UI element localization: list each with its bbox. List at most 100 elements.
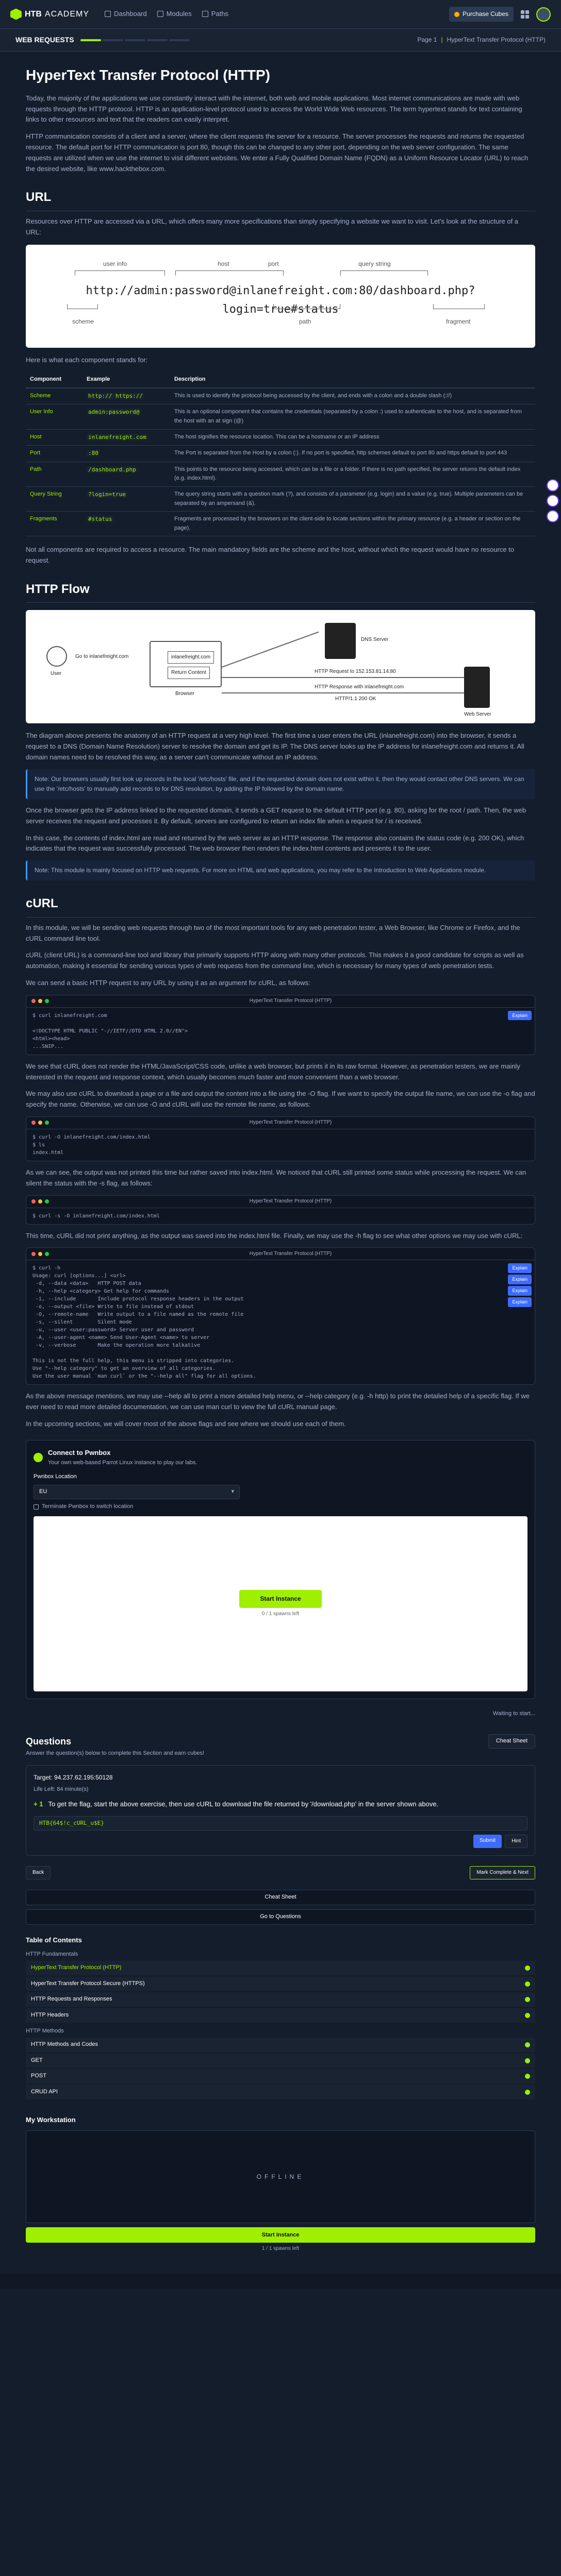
submit-button[interactable]: Submit bbox=[473, 1834, 502, 1848]
table-row: Fragments #status Fragments are processed … bbox=[26, 511, 535, 537]
page-name[interactable]: HyperText Transfer Protocol (HTTP) bbox=[447, 35, 546, 45]
top-navigation-bar: HTB ACADEMY Dashboard Modules Paths Purc… bbox=[0, 0, 561, 29]
explain-button[interactable]: Explain bbox=[508, 1275, 532, 1284]
curl-paragraph-2: cURL (client URL) is a command-line tool… bbox=[26, 951, 524, 970]
code-block-curl-help: HyperText Transfer Protocol (HTTP) Expla… bbox=[26, 1247, 535, 1385]
toc-item-label: HTTP Headers bbox=[31, 2012, 69, 2019]
go-to-questions-button[interactable]: Go to Questions bbox=[26, 1909, 535, 1925]
table-cell: The query string starts with a question … bbox=[170, 486, 535, 512]
dns-server-icon bbox=[325, 623, 356, 659]
nav-modules[interactable]: Modules bbox=[157, 9, 192, 20]
htb-logo-icon bbox=[10, 8, 22, 20]
modules-icon bbox=[157, 11, 163, 18]
answer-input[interactable] bbox=[34, 1816, 527, 1831]
table-header-example: Example bbox=[82, 372, 170, 388]
table-cell: admin:password@ bbox=[82, 404, 170, 430]
dashboard-icon bbox=[105, 11, 111, 18]
chat-icon[interactable] bbox=[547, 479, 559, 492]
terminate-pwnbox-option[interactable]: Terminate Pwnbox to switch location bbox=[34, 1502, 527, 1512]
explain-button[interactable]: Explain bbox=[508, 1297, 532, 1307]
reward-badge: + 1 bbox=[34, 1800, 43, 1808]
back-button[interactable]: Back bbox=[26, 1866, 51, 1879]
toc-item[interactable]: GET bbox=[26, 2053, 535, 2068]
code-block-title: HyperText Transfer Protocol (HTTP) bbox=[249, 1120, 332, 1126]
flow-paragraph-2: Once the browser gets the IP address lin… bbox=[26, 806, 526, 825]
table-intro: Here is what each component stands for: bbox=[26, 356, 148, 364]
code-block-body[interactable]: $ curl -s -O inlanefreight.com/index.htm… bbox=[26, 1208, 535, 1224]
code-block-curl-basic: HyperText Transfer Protocol (HTTP) Expla… bbox=[26, 994, 535, 1055]
page-number: Page 1 bbox=[417, 36, 437, 43]
module-title[interactable]: WEB REQUESTS bbox=[15, 34, 74, 45]
questions-subtitle: Answer the question(s) below to complete… bbox=[26, 1750, 205, 1756]
toc-item[interactable]: HTTP Headers bbox=[26, 2008, 535, 2023]
toc-item-label: HTTP Requests and Responses bbox=[31, 1996, 112, 2003]
note-hosts-file: Note: Our browsers usually first look up… bbox=[26, 769, 535, 800]
code-block-body[interactable]: $ curl inlanefreight.com <!DOCTYPE HTML … bbox=[26, 1008, 535, 1055]
notes-icon[interactable] bbox=[547, 495, 559, 507]
pwnbox-location-select[interactable]: EU ▾ bbox=[34, 1484, 240, 1499]
code-block-body[interactable]: $ curl -h Usage: curl [options...] <url>… bbox=[26, 1260, 535, 1384]
module-content: HyperText Transfer Protocol (HTTP) Today… bbox=[0, 52, 561, 2274]
toc-item[interactable]: HTTP Methods and Codes bbox=[26, 2038, 535, 2052]
explain-button[interactable]: Explain bbox=[508, 1286, 532, 1296]
target-address[interactable]: Target: 94.237.62.195:50128 bbox=[34, 1773, 527, 1783]
htb-academy-logo[interactable]: HTB ACADEMY bbox=[10, 8, 89, 21]
table-header-component: Component bbox=[26, 372, 82, 388]
code-block-curl-download: HyperText Transfer Protocol (HTTP) $ cur… bbox=[26, 1116, 535, 1161]
curl-paragraph-9: In the upcoming sections, we will cover … bbox=[26, 1419, 346, 1428]
workstation-start-button[interactable]: Start Instance bbox=[26, 2227, 535, 2243]
intro-paragraph-2: HTTP communication consists of a client … bbox=[26, 132, 529, 173]
table-code: #status bbox=[87, 516, 114, 523]
nav-modules-label: Modules bbox=[166, 10, 192, 18]
curl-paragraph-4: We see that cURL does not render the HTM… bbox=[26, 1062, 520, 1081]
brace-host bbox=[175, 270, 284, 276]
code-block-curl-silent: HyperText Transfer Protocol (HTTP) $ cur… bbox=[26, 1195, 535, 1225]
url-label-scheme: scheme bbox=[72, 318, 94, 326]
dns-server-label: DNS Server bbox=[361, 637, 389, 643]
table-row: Query String ?login=true The query string … bbox=[26, 486, 535, 512]
toc-item[interactable]: HTTP Requests and Responses bbox=[26, 1992, 535, 2007]
terminate-checkbox[interactable] bbox=[34, 1504, 39, 1510]
top-right-controls: Purchase Cubes bbox=[449, 6, 551, 22]
toc-item[interactable]: HyperText Transfer Protocol (HTTP) bbox=[26, 1961, 535, 1975]
url-label-port: port bbox=[268, 260, 279, 268]
explain-button[interactable]: Explain bbox=[508, 1263, 532, 1273]
toc-item[interactable]: HyperText Transfer Protocol Secure (HTTP… bbox=[26, 1976, 535, 1991]
module-progress-bar bbox=[80, 39, 190, 41]
table-row: Port:80 The Port is separated from the Ho… bbox=[26, 445, 535, 462]
answer-row bbox=[34, 1816, 527, 1831]
table-cell: The host signifies the resource location… bbox=[170, 429, 535, 446]
purchase-cubes-button[interactable]: Purchase Cubes bbox=[449, 6, 514, 22]
toc-item[interactable]: POST bbox=[26, 2069, 535, 2084]
nav-dashboard[interactable]: Dashboard bbox=[105, 9, 147, 20]
table-cell: inlanefreight.com bbox=[82, 429, 170, 446]
table-code: http:// https:// bbox=[87, 392, 144, 399]
table-code: :80 bbox=[87, 450, 100, 457]
explain-button[interactable]: Explain bbox=[508, 1010, 532, 1021]
page-title: HyperText Transfer Protocol (HTTP) bbox=[26, 67, 271, 83]
paths-icon bbox=[202, 11, 208, 18]
table-cell: Fragments are processed by the browsers … bbox=[170, 511, 535, 537]
nav-paths[interactable]: Paths bbox=[202, 9, 228, 20]
help-icon[interactable] bbox=[547, 510, 559, 522]
hint-button[interactable]: Hint bbox=[505, 1834, 527, 1848]
page-info: Page 1 | HyperText Transfer Protocol (HT… bbox=[417, 35, 546, 45]
user-avatar[interactable] bbox=[536, 7, 551, 22]
apps-grid-icon[interactable] bbox=[521, 10, 529, 19]
flow-box-domain: inlanefreight.com bbox=[168, 651, 214, 664]
url-label-path: path bbox=[299, 318, 311, 326]
terminate-label: Terminate Pwnbox to switch location bbox=[42, 1503, 134, 1510]
questions-section: Questions Answer the question(s) below t… bbox=[26, 1734, 535, 1856]
user-label: User bbox=[51, 671, 62, 677]
start-instance-button[interactable]: Start Instance bbox=[239, 1589, 322, 1608]
flow-arrow-request bbox=[222, 677, 464, 678]
code-block-body[interactable]: $ curl -O inlanefreight.com/index.html $… bbox=[26, 1129, 535, 1161]
table-code: inlanefreight.com bbox=[87, 433, 148, 440]
toc-item[interactable]: CRUD API bbox=[26, 2085, 535, 2099]
table-cell: :80 bbox=[82, 445, 170, 462]
table-cell: #status bbox=[82, 511, 170, 537]
cheat-sheet-button[interactable]: Cheat Sheet bbox=[488, 1734, 535, 1749]
cheat-sheet-wide-button[interactable]: Cheat Sheet bbox=[26, 1889, 535, 1905]
side-floating-toolbar bbox=[547, 479, 559, 522]
mark-complete-next-button[interactable]: Mark Complete & Next bbox=[470, 1866, 535, 1879]
